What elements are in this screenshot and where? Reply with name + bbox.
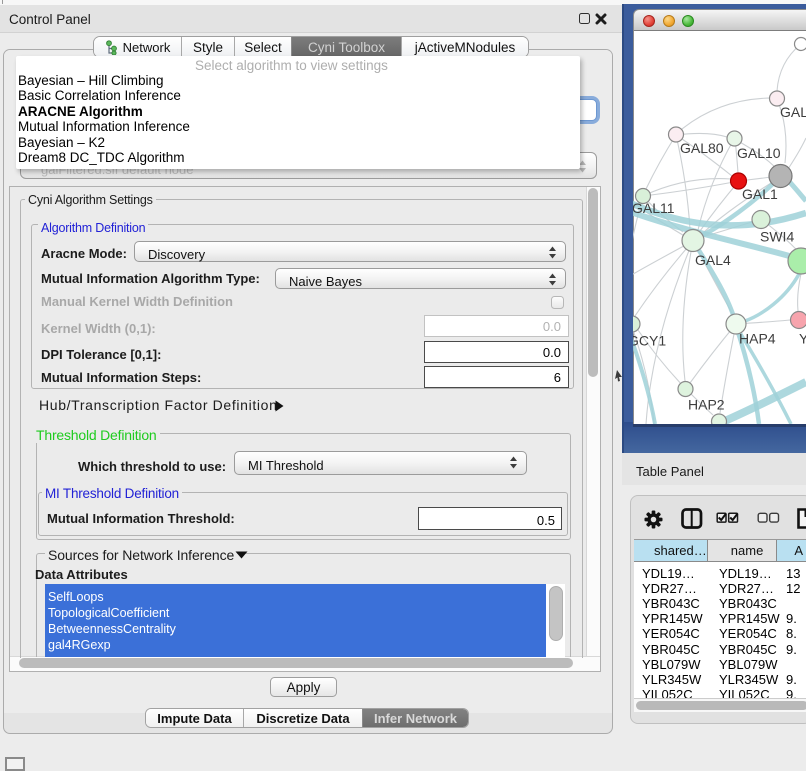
svg-text:SWI4: SWI4: [760, 229, 794, 245]
svg-text:GAL4: GAL4: [695, 252, 731, 268]
svg-text:GAL7: GAL7: [780, 104, 806, 120]
svg-text:HAP2: HAP2: [688, 397, 725, 413]
svg-text:GAL10: GAL10: [737, 145, 781, 161]
svg-text:GAL80: GAL80: [680, 140, 724, 156]
svg-text:GCY1: GCY1: [633, 333, 666, 349]
svg-text:GAL11: GAL11: [633, 200, 675, 216]
svg-text:Y: Y: [799, 331, 806, 347]
svg-text:GAL1: GAL1: [742, 186, 778, 202]
svg-text:HAP4: HAP4: [739, 331, 776, 347]
